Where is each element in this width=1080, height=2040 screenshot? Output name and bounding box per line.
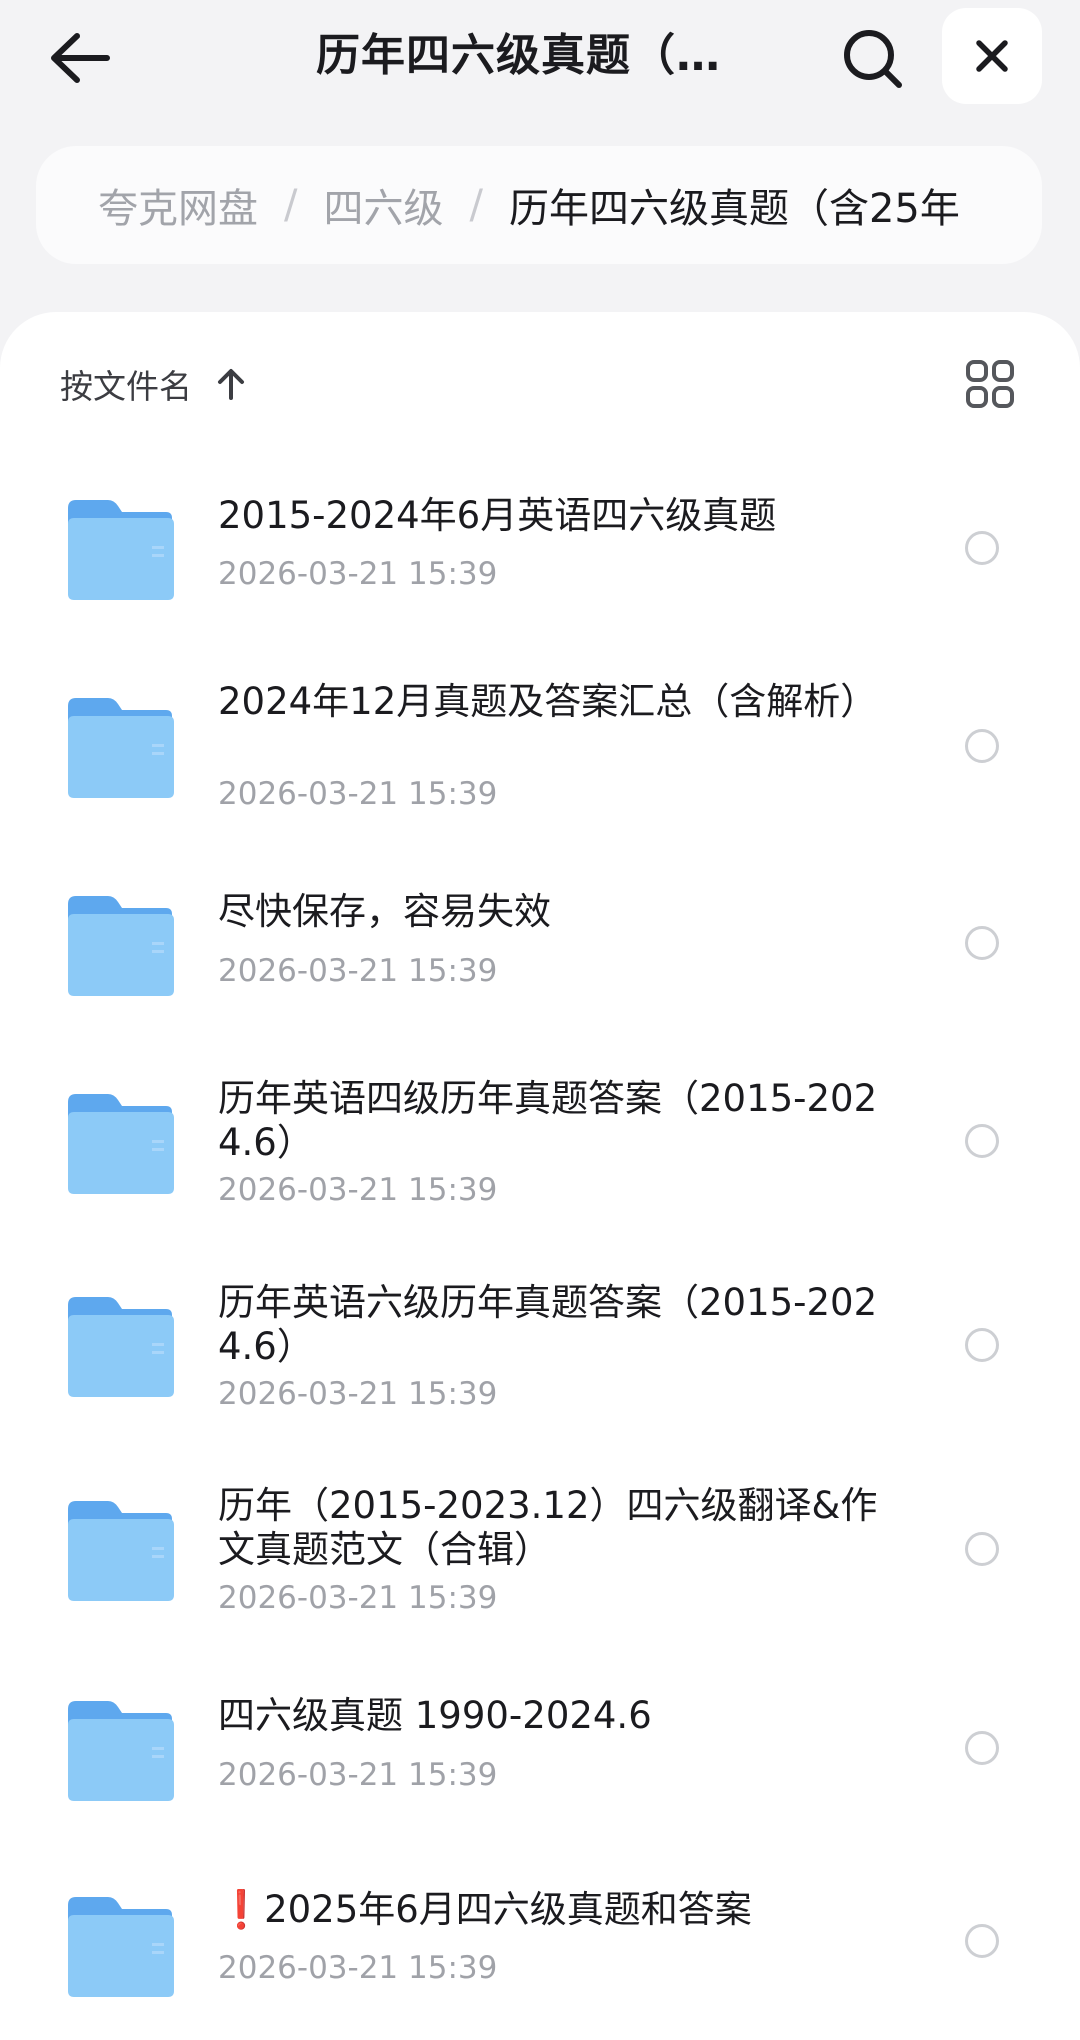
search-icon bbox=[844, 30, 902, 88]
select-radio[interactable] bbox=[965, 531, 999, 565]
grid-view-button[interactable] bbox=[960, 354, 1020, 414]
file-name: 四六级真题 1990-2024.6 bbox=[218, 1694, 652, 1737]
sort-button[interactable]: 按文件名 bbox=[60, 356, 246, 412]
select-radio[interactable] bbox=[965, 1924, 999, 1958]
top-bar: 历年四六级真题（… bbox=[0, 0, 1080, 118]
breadcrumb-separator: / bbox=[284, 182, 298, 228]
file-name: 尽快保存，容易失效 bbox=[218, 890, 551, 933]
folder-icon bbox=[68, 1897, 174, 1997]
search-button[interactable] bbox=[836, 22, 908, 94]
select-radio[interactable] bbox=[965, 1124, 999, 1158]
file-date: 2026-03-21 15:39 bbox=[218, 1757, 498, 1793]
file-date: 2026-03-21 15:39 bbox=[218, 1950, 498, 1986]
folder-icon bbox=[68, 698, 174, 798]
page-title: 历年四六级真题（… bbox=[316, 30, 721, 81]
file-name: 历年（2015-2023.12）四六级翻译&作文真题范文（合辑） bbox=[218, 1484, 878, 1571]
file-name: ❗2025年6月四六级真题和答案 bbox=[218, 1888, 752, 1931]
close-icon bbox=[976, 40, 1008, 72]
select-radio[interactable] bbox=[965, 1328, 999, 1362]
sort-label: 按文件名 bbox=[60, 367, 192, 406]
select-radio[interactable] bbox=[965, 729, 999, 763]
breadcrumb-item-folder[interactable]: 四六级 bbox=[323, 176, 443, 234]
file-date: 2026-03-21 15:39 bbox=[218, 556, 498, 592]
grid-view-icon bbox=[966, 360, 1014, 408]
breadcrumb-separator: / bbox=[469, 182, 483, 228]
folder-icon bbox=[68, 1297, 174, 1397]
arrow-left-icon bbox=[51, 33, 110, 83]
file-name: 历年英语六级历年真题答案（2015-2024.6） bbox=[218, 1281, 878, 1368]
file-date: 2026-03-21 15:39 bbox=[218, 1376, 498, 1412]
folder-icon bbox=[68, 896, 174, 996]
folder-icon bbox=[68, 1701, 174, 1801]
file-name: 2015-2024年6月英语四六级真题 bbox=[218, 494, 777, 537]
close-button[interactable] bbox=[942, 8, 1042, 104]
file-date: 2026-03-21 15:39 bbox=[218, 953, 498, 989]
file-name: 2024年12月真题及答案汇总（含解析） bbox=[218, 680, 878, 723]
file-name: 历年英语四级历年真题答案（2015-2024.6） bbox=[218, 1077, 878, 1164]
breadcrumb-current: 历年四六级真题（含25年 bbox=[508, 186, 960, 232]
arrow-up-icon bbox=[216, 368, 246, 400]
file-date: 2026-03-21 15:39 bbox=[218, 1172, 498, 1208]
folder-icon bbox=[68, 500, 174, 600]
select-radio[interactable] bbox=[965, 1532, 999, 1566]
select-radio[interactable] bbox=[965, 926, 999, 960]
breadcrumb-item-root[interactable]: 夸克网盘 bbox=[98, 176, 258, 234]
file-date: 2026-03-21 15:39 bbox=[218, 1580, 498, 1616]
select-radio[interactable] bbox=[965, 1731, 999, 1765]
back-button[interactable] bbox=[44, 22, 116, 94]
file-date: 2026-03-21 15:39 bbox=[218, 776, 498, 812]
folder-icon bbox=[68, 1501, 174, 1601]
breadcrumb: 夸克网盘 / 四六级 / 历年四六级真题（含25年 bbox=[36, 146, 1042, 264]
folder-icon bbox=[68, 1094, 174, 1194]
